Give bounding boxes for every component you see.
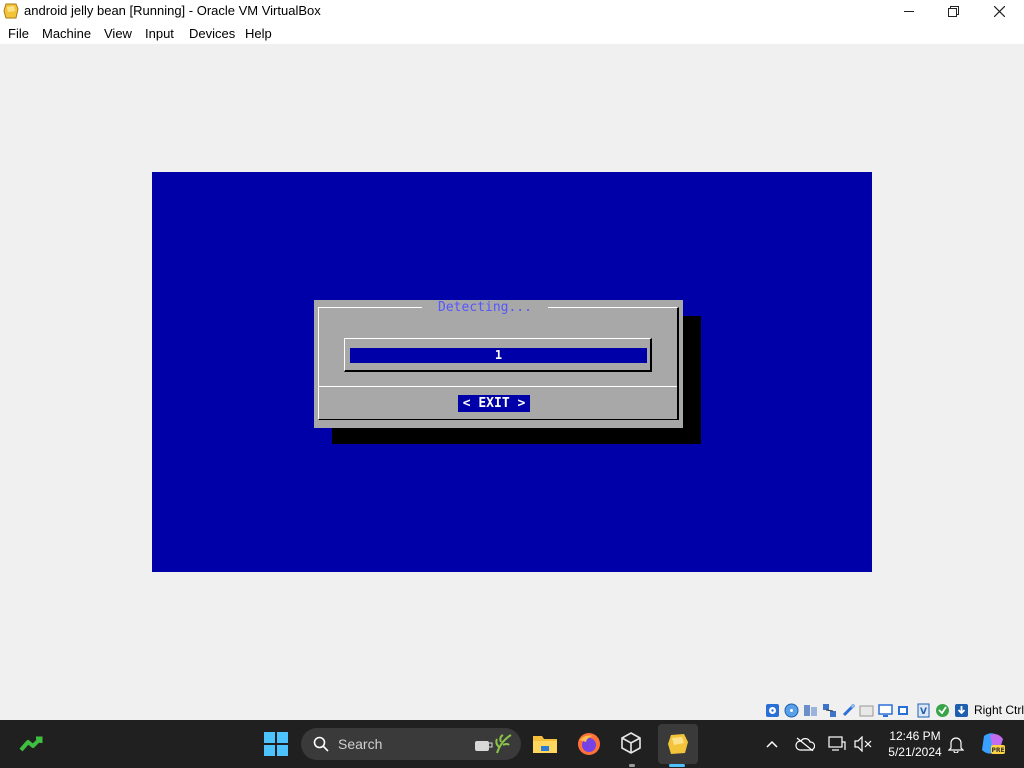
restore-icon [947, 5, 959, 17]
firefox-icon [578, 733, 600, 755]
svg-text:V: V [920, 707, 927, 717]
search-highlight-icon [475, 734, 512, 754]
window-title: android jelly bean [Running] - Oracle VM… [24, 3, 321, 18]
network-status-icon [828, 736, 846, 751]
shared-folders-icon[interactable] [859, 702, 876, 719]
virtualbox-running-indicator [629, 764, 635, 767]
menu-input[interactable]: Input [145, 26, 174, 41]
menu-view[interactable]: View [104, 26, 132, 41]
close-button[interactable] [976, 0, 1022, 22]
stocks-widget-icon [19, 736, 43, 752]
speaker-muted-icon [854, 736, 872, 752]
virtualbox-cube-icon [621, 732, 641, 754]
menu-machine[interactable]: Machine [42, 26, 91, 41]
optical-drive-icon[interactable] [783, 702, 800, 719]
minimize-icon [903, 10, 914, 12]
network-status-button[interactable] [826, 733, 848, 755]
active-window-indicator [669, 764, 685, 767]
gauge-value: 1 [494, 348, 503, 362]
menu-help[interactable]: Help [245, 26, 272, 41]
bell-icon [948, 737, 964, 753]
menu-file[interactable]: File [8, 26, 29, 41]
maximize-button[interactable] [930, 0, 976, 22]
search-icon [313, 736, 329, 752]
vbox-status-bar: V Right Ctrl [764, 700, 1024, 720]
minimize-button[interactable] [886, 0, 932, 22]
exit-button[interactable]: < EXIT > [458, 395, 530, 412]
onedrive-button[interactable] [793, 734, 817, 754]
host-key-label: Right Ctrl [973, 703, 1024, 717]
search-placeholder: Search [338, 736, 383, 752]
title-bar: android jelly bean [Running] - Oracle VM… [0, 0, 1024, 22]
network-icon[interactable] [821, 702, 838, 719]
menu-devices[interactable]: Devices [189, 26, 235, 41]
close-icon [993, 5, 1005, 17]
dialog-title: Detecting... [422, 300, 548, 316]
svg-text:PRE: PRE [991, 747, 1004, 754]
folder-icon [533, 736, 557, 753]
start-button[interactable] [262, 730, 290, 758]
virtualbox-vm-icon [668, 734, 688, 754]
volume-button[interactable] [852, 733, 874, 755]
widgets-button[interactable] [18, 732, 46, 756]
copilot-icon: PRE [982, 733, 1005, 754]
detecting-dialog: Detecting... 1 < EXIT > [314, 300, 683, 428]
recording-icon[interactable] [896, 702, 913, 719]
cloud-offline-icon [795, 737, 815, 751]
audio-icon[interactable] [802, 702, 819, 719]
windows-start-icon [264, 732, 288, 756]
cpu-icon[interactable]: V [915, 702, 932, 719]
vm-window-button[interactable] [658, 724, 698, 764]
guest-additions-icon[interactable] [934, 702, 951, 719]
show-hidden-icons-button[interactable] [762, 734, 782, 754]
taskbar: Search 12:46 PM 5/21/2024 PRE [0, 720, 1024, 768]
clock[interactable]: 12:46 PM 5/21/2024 [880, 728, 950, 760]
hard-disk-icon[interactable] [764, 702, 781, 719]
dialog-separator [319, 386, 677, 387]
progress-gauge: 1 [350, 348, 647, 363]
mouse-integration-icon[interactable] [953, 702, 970, 719]
notifications-button[interactable] [945, 733, 967, 755]
firefox-button[interactable] [575, 730, 603, 758]
clock-date: 5/21/2024 [888, 745, 942, 759]
copilot-button[interactable]: PRE [978, 730, 1008, 758]
menu-bar: File Machine View Input Devices Help [0, 22, 1024, 44]
clock-time: 12:46 PM [889, 729, 941, 743]
display-icon[interactable] [877, 702, 894, 719]
virtualbox-app-icon[interactable] [3, 3, 19, 19]
usb-icon[interactable] [840, 702, 857, 719]
virtualbox-manager-button[interactable] [617, 729, 645, 757]
taskbar-search[interactable]: Search [301, 728, 521, 760]
chevron-up-icon [766, 740, 778, 748]
file-explorer-button[interactable] [530, 730, 560, 758]
vm-display[interactable]: Detecting... 1 < EXIT > [152, 172, 872, 572]
